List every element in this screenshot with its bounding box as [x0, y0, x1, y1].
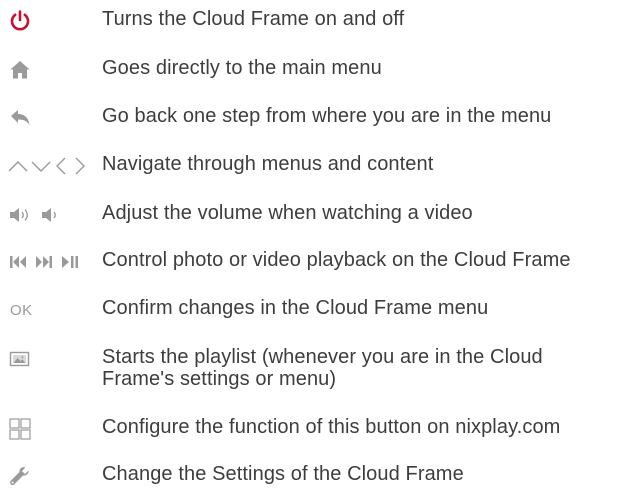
legend-text: Starts the playlist (whenever you are in… [102, 346, 543, 390]
playlist-icon [0, 346, 102, 372]
legend-text: Configure the function of this button on… [102, 416, 561, 438]
volume-icon [0, 202, 102, 228]
legend-text: Change the Settings of the Cloud Frame [102, 463, 464, 485]
legend-text: Confirm changes in the Cloud Frame menu [102, 297, 489, 319]
playback-controls-icon [0, 249, 102, 275]
legend-row-power: Turns the Cloud Frame on and off [0, 8, 622, 34]
legend-row-playback: Control photo or video playback on the C… [0, 249, 622, 275]
legend-text: Control photo or video playback on the C… [102, 249, 571, 271]
legend-row-settings: Change the Settings of the Cloud Frame [0, 463, 622, 489]
legend-row-ok: OK Confirm changes in the Cloud Frame me… [0, 297, 622, 323]
wrench-icon [0, 463, 102, 489]
power-icon [0, 8, 102, 34]
ok-label: OK [10, 301, 33, 319]
legend-row-grid: Configure the function of this button on… [0, 416, 622, 442]
legend-row-volume: Adjust the volume when watching a video [0, 202, 622, 228]
legend-row-playlist: Starts the playlist (whenever you are in… [0, 346, 622, 390]
legend-row-navigation: Navigate through menus and content [0, 153, 622, 179]
legend-text: Adjust the volume when watching a video [102, 202, 473, 224]
navigation-arrows-icon [0, 153, 102, 179]
grid-icon [0, 416, 102, 442]
legend-text: Navigate through menus and content [102, 153, 434, 175]
legend-text: Turns the Cloud Frame on and off [102, 8, 405, 30]
legend-row-back: Go back one step from where you are in t… [0, 105, 622, 131]
back-arrow-icon [0, 105, 102, 131]
legend-row-home: Goes directly to the main menu [0, 57, 622, 83]
legend-text: Goes directly to the main menu [102, 57, 382, 79]
home-icon [0, 57, 102, 83]
remote-button-legend: Turns the Cloud Frame on and off Goes di… [0, 0, 622, 488]
ok-icon: OK [0, 297, 102, 323]
legend-text: Go back one step from where you are in t… [102, 105, 552, 127]
